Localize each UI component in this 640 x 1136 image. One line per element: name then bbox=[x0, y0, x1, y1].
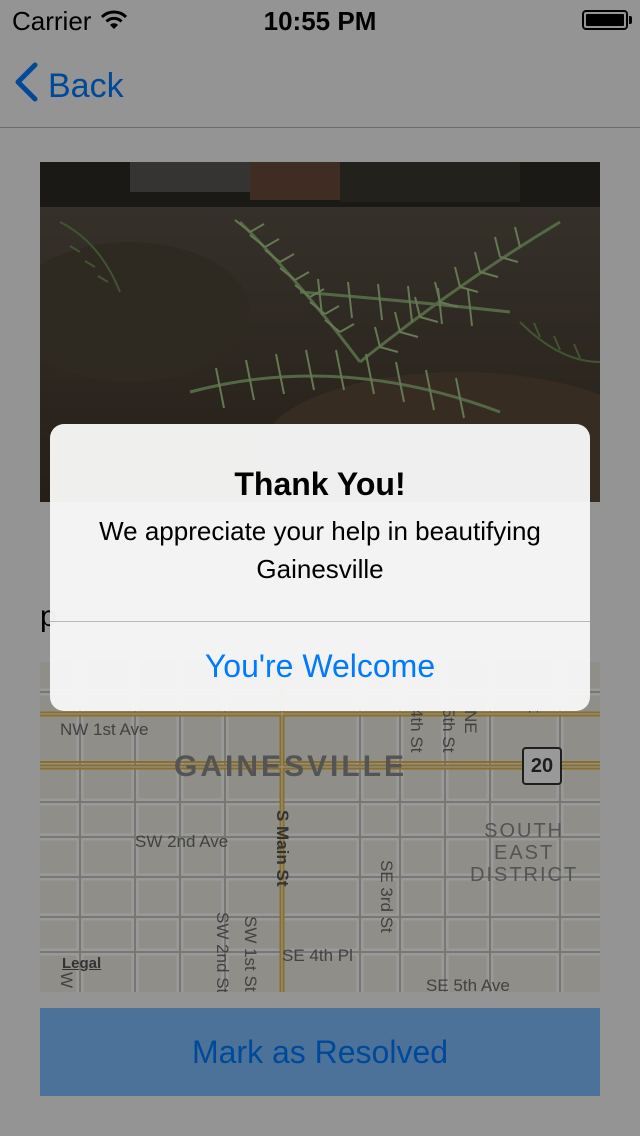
thank-you-alert: Thank You! We appreciate your help in be… bbox=[50, 424, 590, 711]
alert-title: Thank You! bbox=[234, 466, 406, 502]
youre-welcome-button[interactable]: You're Welcome bbox=[50, 622, 590, 711]
alert-message: We appreciate your help in beautifying G… bbox=[99, 516, 541, 584]
